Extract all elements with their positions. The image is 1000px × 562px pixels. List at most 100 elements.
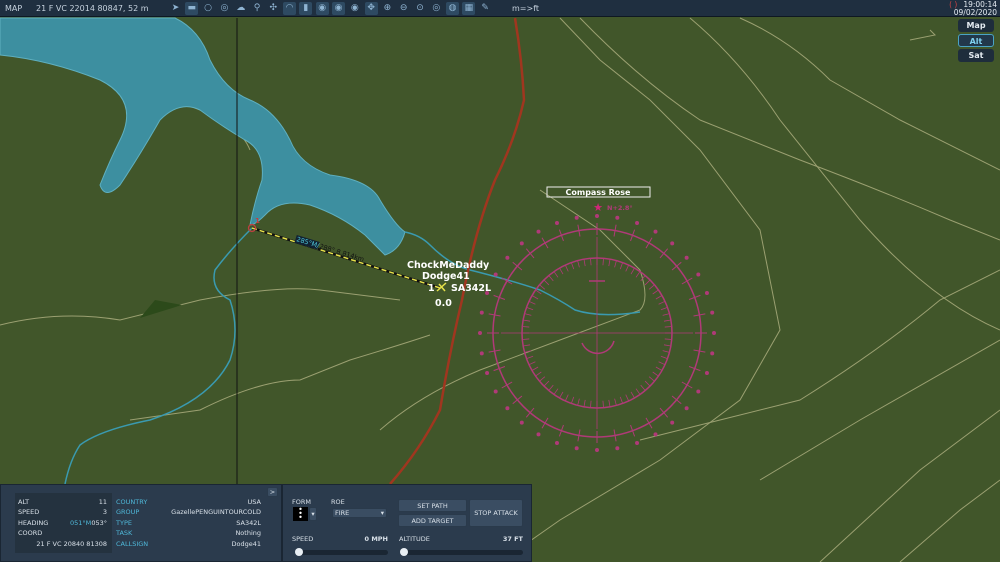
move-icon[interactable]: ✥ — [364, 2, 378, 15]
map-title: MAP — [5, 4, 23, 13]
top-toolbar: MAP 21 F VC 22014 80847, 52 m ➤ ▬ ○ ◎ ☁ ⚲ ✣ ◠ ▮ ◉… — [0, 0, 1000, 17]
compass-dot — [554, 221, 559, 226]
svg-text:1: 1 — [255, 217, 260, 225]
ruler-icon[interactable]: ▬ — [185, 2, 199, 15]
compass-dot — [710, 351, 715, 356]
type-value: SA342L — [236, 519, 261, 527]
compass-dot — [485, 371, 490, 376]
heading-true: 053° — [91, 519, 107, 527]
alt-label: ALT — [18, 498, 30, 506]
unit-a-icon[interactable]: ◉ — [315, 2, 329, 15]
compass-dot — [712, 331, 716, 335]
compass-title: Compass Rose — [566, 188, 632, 197]
formation-icon[interactable]: • • • — [293, 506, 308, 522]
compass-dot — [595, 214, 599, 218]
compass-dot — [519, 241, 524, 246]
compass-dot — [615, 215, 620, 220]
unit-toggle[interactable]: m=>ft — [512, 4, 539, 13]
layer-alt-button[interactable]: Alt — [958, 34, 994, 47]
date: 09/02/2020 — [953, 8, 997, 17]
speed-label: SPEED — [18, 508, 40, 516]
circle-icon[interactable]: ○ — [202, 2, 215, 15]
speed-slider[interactable] — [295, 548, 388, 556]
callsign-value: Dodge41 — [231, 540, 261, 548]
expand-button[interactable]: > — [267, 487, 278, 497]
country-value: USA — [247, 498, 261, 506]
alt-value: 11 — [98, 498, 107, 506]
compass-dot — [574, 215, 579, 220]
coord-label: COORD — [18, 529, 43, 537]
set-path-button[interactable]: SET PATH — [398, 499, 467, 512]
unit-control-panel: FORM • • • ▾ ROE FIRE ▾ SET PATH ADD TARGET… — [282, 484, 532, 562]
unit-callsign[interactable]: Dodge41 — [422, 271, 470, 282]
layer-sat-button[interactable]: Sat — [958, 49, 994, 62]
altitude-slider-label: ALTITUDE — [399, 535, 430, 543]
wifi-icon[interactable]: ◠ — [283, 2, 297, 15]
compass-dot — [595, 448, 599, 452]
send-icon[interactable]: ➤ — [169, 2, 182, 15]
compass-dot — [635, 221, 640, 226]
compass-dot — [653, 432, 658, 437]
compass-dot — [653, 229, 658, 234]
cursor-coords: 21 F VC 22014 80847, 52 m — [36, 4, 149, 13]
map-canvas[interactable]: 1 285°M/ 288° 8.814km Compass Rose ★ N+2… — [0, 0, 1000, 562]
group-label: GROUP — [116, 508, 140, 516]
unit-type: SA342L — [451, 283, 492, 294]
unit-c-icon[interactable]: ◉ — [348, 2, 361, 15]
compass-dot — [684, 406, 689, 411]
unit-index: 1 — [428, 283, 435, 294]
compass-dot — [684, 255, 689, 260]
target-icon[interactable]: ✣ — [267, 2, 280, 15]
unit-info-panel: ALT 11 SPEED 3 HEADING 051°M 053° COORD … — [0, 484, 282, 562]
callsign-label: CALLSIGN — [116, 540, 149, 548]
unit-speed: 0.0 — [435, 298, 452, 309]
speed-slider-knob[interactable] — [295, 548, 303, 556]
pen-icon[interactable]: ✎ — [479, 2, 492, 15]
stop-attack-button[interactable]: STOP ATTACK — [469, 499, 523, 527]
compass-dot — [670, 241, 675, 246]
coord-value: 21 F VC 20840 81308 — [36, 540, 107, 548]
compass-dot — [710, 310, 715, 315]
compass-dot — [635, 440, 640, 445]
cloud-icon[interactable]: ☁ — [234, 2, 247, 15]
compass-dot — [554, 440, 559, 445]
zoom-reset-icon[interactable]: ⊙ — [414, 2, 427, 15]
compass-dot — [493, 389, 498, 394]
task-value: Nothing — [235, 529, 261, 537]
radar-icon[interactable]: ◎ — [430, 2, 443, 15]
zoom-in-icon[interactable]: ⊕ — [381, 2, 394, 15]
star-icon: ★ — [593, 201, 603, 214]
altitude-slider-knob[interactable] — [400, 548, 408, 556]
heading-mag: 051°M — [70, 519, 92, 527]
roe-select[interactable]: FIRE ▾ — [332, 508, 387, 518]
add-target-button[interactable]: ADD TARGET — [398, 514, 467, 527]
roe-value: FIRE — [335, 509, 350, 517]
tower-icon[interactable]: ▮ — [299, 2, 313, 15]
layer-map-button[interactable]: Map — [958, 19, 994, 32]
compass-dot — [615, 446, 620, 451]
grid-icon[interactable]: ▦ — [462, 2, 476, 15]
speed-value: 3 — [102, 508, 107, 516]
compass-dot — [519, 420, 524, 425]
compass-dot — [696, 272, 701, 277]
unit-b-icon[interactable]: ◉ — [332, 2, 345, 15]
network-icon[interactable]: ⚲ — [251, 2, 264, 15]
zoom-out-icon[interactable]: ⊖ — [397, 2, 410, 15]
compass-dot — [704, 371, 709, 376]
compass-dot — [479, 310, 484, 315]
globe-icon[interactable]: ◍ — [446, 2, 460, 15]
altitude-slider[interactable] — [400, 548, 523, 556]
task-label: TASK — [116, 529, 133, 537]
unit-name[interactable]: ChockMeDaddy — [407, 260, 489, 271]
compass-dot — [670, 420, 675, 425]
layers-icon[interactable]: ◎ — [218, 2, 231, 15]
altitude-slider-value: 37 FT — [502, 535, 523, 543]
compass-dot — [478, 331, 482, 335]
compass-dot — [536, 432, 541, 437]
compass-dot — [704, 290, 709, 295]
formation-dropdown[interactable]: ▾ — [309, 507, 317, 521]
compass-dot — [505, 255, 510, 260]
type-label: TYPE — [116, 519, 132, 527]
country-label: COUNTRY — [116, 498, 148, 506]
speed-slider-value: 0 MPH — [364, 535, 388, 543]
